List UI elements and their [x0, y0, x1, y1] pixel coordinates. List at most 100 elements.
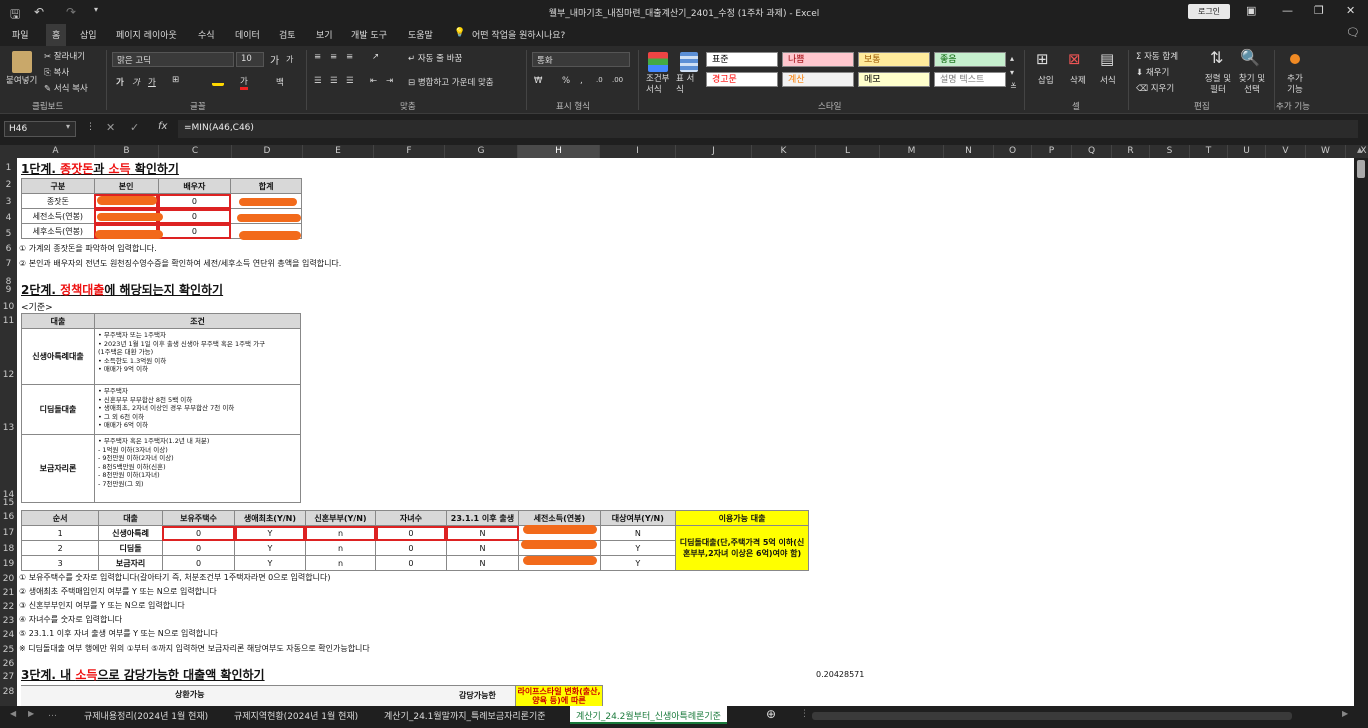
row-header[interactable]: 3 [0, 197, 17, 207]
row-header[interactable]: 18 [0, 544, 17, 554]
sheet-tab-regulations[interactable]: 규제내용정리(2024년 1월 현재) [84, 709, 208, 722]
eligibility-cell[interactable]: n [304, 525, 377, 541]
accounting-icon[interactable]: ₩ [534, 76, 542, 86]
align-top-icon[interactable]: ≡ [314, 52, 321, 62]
delete-cells-button[interactable]: 삭제 [1070, 74, 1086, 86]
row-header[interactable]: 24 [0, 630, 17, 640]
eligibility-cell[interactable]: Y [234, 555, 306, 571]
row-header[interactable]: 25 [0, 645, 17, 655]
tell-me-search[interactable]: 어떤 작업을 원하시나요? [472, 28, 565, 41]
eligibility-cell[interactable]: 0 [375, 540, 447, 556]
merge-center-button[interactable]: ⊟ 병합하고 가운데 맞춤 [408, 76, 494, 88]
row-header[interactable]: 11 [0, 316, 17, 326]
find-select-button[interactable]: 찾기 및 선택 [1236, 74, 1268, 96]
align-center-icon[interactable]: ☰ [330, 76, 338, 86]
row-header[interactable]: 22 [0, 602, 17, 612]
sheet-tab-calc-feb[interactable]: 계산기_24.2월부터_신생아특례론기준 [570, 706, 727, 724]
row-header[interactable]: 13 [0, 423, 17, 433]
cancel-icon[interactable]: ✕ [106, 121, 115, 134]
decrease-decimal-icon[interactable]: .00 [612, 76, 623, 84]
scroll-up-icon[interactable]: ▲ [1357, 146, 1362, 154]
copy-button[interactable]: ⎘ 복사 [44, 66, 69, 78]
decrease-indent-icon[interactable]: ⇤ [370, 76, 377, 86]
tab-page-layout[interactable]: 페이지 레이아웃 [116, 28, 177, 41]
format-painter-button[interactable]: ✎ 서식 복사 [44, 82, 88, 94]
column-header[interactable]: O [994, 145, 1032, 158]
worksheet-grid[interactable]: 1단계. 종잣돈과 소득 확인하기 구분 본인 배우자 합계 종잣돈 0 세전소득(연봉… [17, 158, 1354, 706]
column-header[interactable]: E [303, 145, 374, 158]
cell-style-4[interactable]: 좋음 [934, 52, 1006, 67]
column-header[interactable]: W [1306, 145, 1346, 158]
column-header[interactable]: L [816, 145, 880, 158]
eligibility-cell[interactable]: Y [234, 525, 306, 541]
gallery-up-icon[interactable]: ▴ [1010, 54, 1014, 63]
column-header[interactable]: B [95, 145, 159, 158]
name-box-dropdown-icon[interactable]: ▾ [66, 122, 70, 131]
shrink-font-icon[interactable]: 가 [286, 54, 293, 65]
bold-icon[interactable]: 가 [116, 76, 124, 88]
column-header[interactable]: R [1112, 145, 1150, 158]
column-header[interactable]: M [880, 145, 944, 158]
tab-insert[interactable]: 삽입 [80, 28, 97, 41]
row-header[interactable]: 12 [0, 370, 17, 380]
vertical-scrollbar[interactable]: ▲ [1354, 146, 1368, 706]
insert-cells-button[interactable]: 삽입 [1038, 74, 1054, 86]
row-header[interactable]: 6 [0, 244, 17, 254]
row-header[interactable]: 10 [0, 302, 17, 312]
italic-icon[interactable]: 가 [132, 76, 140, 88]
row-header[interactable]: 23 [0, 616, 17, 626]
prev-sheet-icon[interactable]: ◀ [10, 709, 16, 718]
increase-indent-icon[interactable]: ⇥ [386, 76, 393, 86]
scroll-right-icon[interactable]: ▶ [1342, 709, 1348, 718]
insert-function-icon[interactable]: fx [158, 121, 167, 132]
font-size-select[interactable]: 10 [236, 52, 264, 67]
eligibility-cell[interactable]: 0 [161, 540, 236, 556]
tab-file[interactable]: 파일 [12, 28, 29, 41]
row-header[interactable]: 5 [0, 229, 17, 239]
eligibility-cell[interactable]: 0 [375, 525, 447, 541]
paste-icon[interactable] [12, 51, 32, 73]
minimize-icon[interactable]: — [1282, 4, 1293, 17]
sheet-tab-regulated-areas[interactable]: 규제지역현황(2024년 1월 현재) [234, 709, 358, 722]
comma-icon[interactable]: , [580, 76, 583, 86]
row-header[interactable]: 4 [0, 213, 17, 223]
row-header[interactable]: 7 [0, 259, 17, 269]
column-header[interactable]: K [752, 145, 816, 158]
increase-decimal-icon[interactable]: .0 [596, 76, 603, 84]
more-sheets-icon[interactable]: … [48, 709, 57, 719]
eligibility-cell[interactable]: 0 [375, 555, 447, 571]
next-sheet-icon[interactable]: ▶ [28, 709, 34, 718]
tab-review[interactable]: 검토 [279, 28, 296, 41]
column-header[interactable]: F [374, 145, 445, 158]
paste-button[interactable]: 붙여넣기 [6, 74, 37, 86]
gallery-down-icon[interactable]: ▾ [1010, 68, 1014, 77]
tab-view[interactable]: 보기 [316, 28, 333, 41]
restore-icon[interactable]: ❐ [1314, 4, 1324, 17]
tab-data[interactable]: 데이터 [235, 28, 260, 41]
align-bottom-icon[interactable]: ≡ [346, 52, 353, 62]
horizontal-scrollbar[interactable] [812, 712, 1292, 720]
row-header[interactable]: 28 [0, 687, 17, 697]
column-header[interactable]: C [159, 145, 232, 158]
row-header[interactable]: 1 [0, 163, 17, 173]
eligibility-cell[interactable]: n [304, 555, 377, 571]
column-header[interactable]: H [518, 145, 600, 158]
conditional-format-button[interactable]: 조건부 서식 [646, 74, 672, 96]
format-cells-button[interactable]: 서식 [1100, 74, 1116, 86]
column-header[interactable]: G [445, 145, 518, 158]
column-header[interactable]: J [676, 145, 752, 158]
eligibility-cell[interactable]: 0 [161, 555, 236, 571]
orientation-icon[interactable]: ↗ [372, 52, 379, 62]
gallery-more-icon[interactable]: ≚ [1010, 82, 1017, 91]
sort-filter-button[interactable]: 정렬 및 필터 [1202, 74, 1234, 96]
column-header[interactable]: I [600, 145, 676, 158]
eligibility-cell[interactable]: n [304, 540, 377, 556]
fill-color-icon[interactable] [212, 76, 224, 86]
align-left-icon[interactable]: ☰ [314, 76, 322, 86]
clear-button[interactable]: ⌫ 지우기 [1136, 82, 1174, 94]
column-header[interactable]: D [232, 145, 303, 158]
cell-style-3[interactable]: 보통 [858, 52, 930, 67]
spouse-pretax-cell[interactable]: 0 [157, 208, 232, 224]
cell-style-1[interactable]: 표준 [706, 52, 778, 67]
ribbon-display-icon[interactable]: ▣ [1246, 4, 1256, 17]
